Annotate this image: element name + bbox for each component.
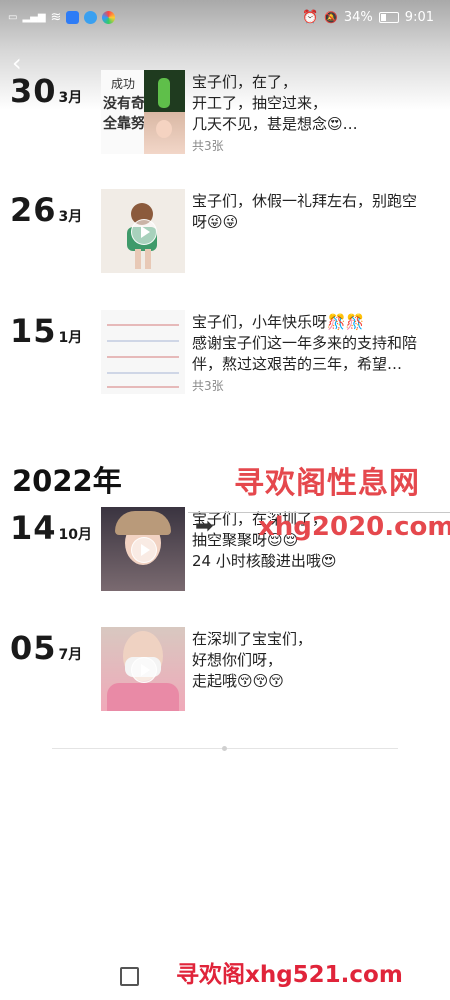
play-icon[interactable] [131,657,157,683]
status-bar: ▭ ▂▄▆ ≋ ⏰ 🔕 34% 9:01 [0,0,450,38]
entry-line: 24 小时核酸进出哦😍 [192,552,337,570]
play-icon[interactable] [131,537,157,563]
status-right: ⏰ 🔕 34% 9:01 [302,10,434,25]
thumb-quote-image: 成功 没有奇 全靠努 [101,70,145,154]
entry-line: 在深圳了宝宝们， [192,630,313,648]
entry-month: 1月 [58,330,83,346]
year-header: 2022年 [12,464,122,498]
wifi-icon: ≋ [50,10,62,25]
entry-line: 走起哦😚😚😚 [192,672,284,690]
entry-month: 7月 [58,647,83,663]
app-icon-blue [66,11,80,24]
entry-day: 30 [10,72,57,110]
status-left-icons: ▭ ▂▄▆ ≋ [8,10,116,25]
alarm-icon: ⏰ [302,10,319,25]
thumb-text-3: 全靠努 [103,116,145,132]
status-time: 9:01 [404,10,434,25]
entry-date: 14 10月 [10,509,92,547]
watermark-text: 寻欢阁性息网 [234,466,420,501]
sim-icon: ▭ [8,12,18,23]
battery-percent: 34% [343,10,373,25]
recent-apps-button[interactable] [120,967,139,986]
entry-video-thumbnail[interactable] [101,189,185,273]
entry-video-thumbnail[interactable] [101,627,185,711]
entry-day: 15 [10,312,57,350]
entry-month: 3月 [58,209,83,225]
watermark-url: xhg2020.com [258,512,450,542]
app-icon-color [102,11,116,24]
entry-text: 在深圳了宝宝们， 好想你们呀， 走起哦😚😚😚 [192,629,442,692]
entry-line: 好想你们呀， [192,651,283,669]
thumb-text-1: 成功 [111,77,136,91]
play-icon[interactable] [131,219,157,245]
app-icon-globe [84,11,98,24]
image-count: 共3张 [192,379,224,393]
entry-line: 宝子们，小年快乐呀🎊🎊 [192,313,365,331]
entry-text: 宝子们，休假一礼拜左右，别跑空 呀😜😜 [192,191,442,233]
entry-line: 伴，熬过这艰苦的三年，希望… [192,355,403,373]
battery-icon [378,12,399,23]
image-count: 共3张 [192,139,224,153]
entry-day: 26 [10,191,57,229]
entry-thumbnail[interactable] [101,310,185,394]
thumb-green-figure [144,70,185,112]
thumb-doc-lines [107,324,179,326]
entry-date: 15 1月 [10,312,82,350]
end-dot [222,746,227,751]
thumb-portrait [144,112,185,154]
entry-video-thumbnail[interactable] [101,507,185,591]
watermark-bottom: 寻欢阁xhg521.com [176,962,403,988]
entry-text: 宝子们，在了， 开工了，抽空过来， 几天不见，甚是想念😍… 共3张 [192,72,442,157]
entry-line: 开工了，抽空过来， [192,94,328,112]
arrow-right-icon: ➡ [195,514,214,539]
entry-line: 宝子们，在了， [192,73,298,91]
entry-date: 26 3月 [10,191,82,229]
entry-day: 05 [10,629,57,667]
entry-line: 感谢宝子们这一年多来的支持和陪 [192,334,418,352]
entry-text: 宝子们，小年快乐呀🎊🎊 感谢宝子们这一年多来的支持和陪 伴，熬过这艰苦的三年，希… [192,312,442,397]
entry-date: 05 7月 [10,629,82,667]
entry-date: 30 3月 [10,72,82,110]
entry-line: 宝子们，休假一礼拜左右，别跑空 [192,192,418,210]
thumb-text-2: 没有奇 [103,96,145,112]
entry-line: 几天不见，甚是想念😍… [192,115,358,133]
entry-day: 14 [10,509,57,547]
entry-line: 呀😜😜 [192,213,239,231]
mute-icon: 🔕 [324,11,338,24]
signal-icon: ▂▄▆ [22,12,46,23]
entry-month: 10月 [58,527,93,543]
entry-thumbnail[interactable]: 成功 没有奇 全靠努 [101,70,185,154]
entry-month: 3月 [58,90,83,106]
